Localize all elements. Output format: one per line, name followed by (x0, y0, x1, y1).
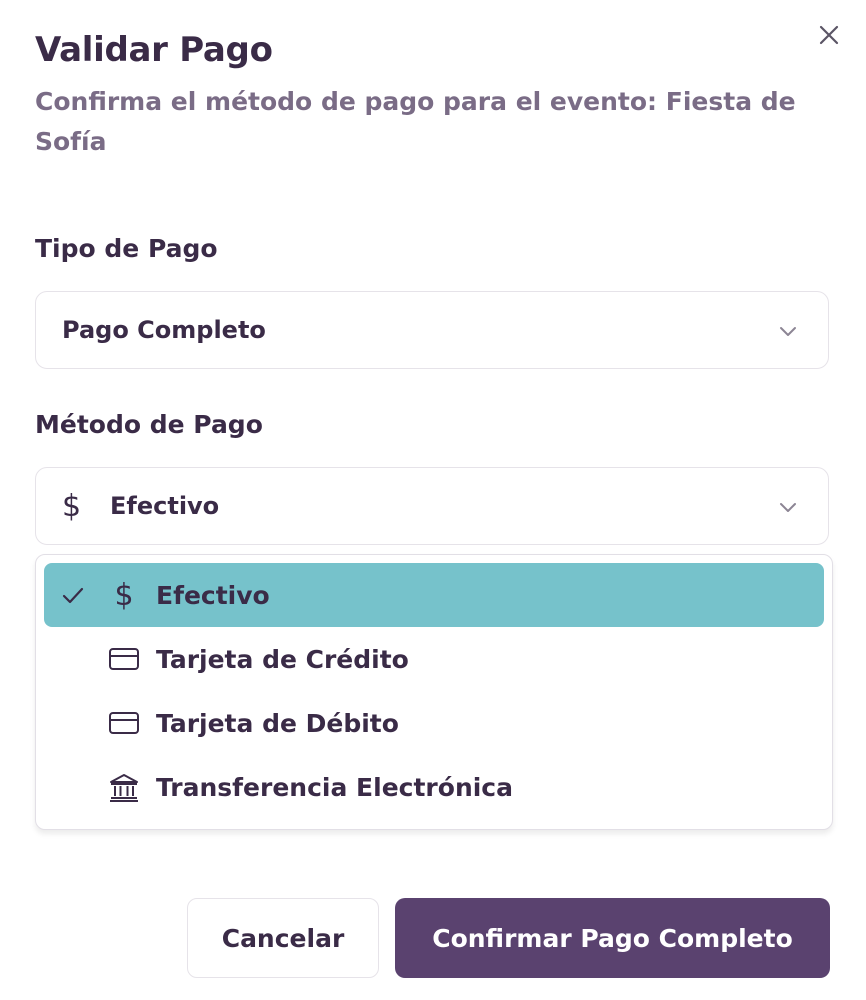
dialog-subtitle: Confirma el método de pago para el event… (35, 87, 796, 156)
payment-method-select[interactable]: $ Efectivo (35, 467, 829, 545)
credit-card-icon (108, 707, 140, 739)
option-label: Transferencia Electrónica (156, 772, 513, 802)
payment-type-select[interactable]: Pago Completo (35, 291, 829, 369)
dollar-icon: $ (114, 577, 134, 613)
dialog-title: Validar Pago (35, 30, 273, 70)
confirm-payment-button[interactable]: Confirmar Pago Completo (395, 898, 830, 978)
payment-type-value: Pago Completo (62, 316, 266, 344)
check-icon (62, 587, 84, 604)
payment-method-label: Método de Pago (35, 410, 263, 439)
payment-type-label: Tipo de Pago (35, 234, 218, 263)
chevron-down-icon (780, 327, 796, 336)
close-icon (819, 25, 839, 45)
payment-method-dropdown: $ Efectivo Tarjeta de Crédito Tarjeta de… (35, 554, 833, 830)
chevron-down-icon (780, 503, 796, 512)
close-button[interactable] (812, 18, 846, 52)
option-tarjeta-credito[interactable]: Tarjeta de Crédito (44, 627, 824, 691)
payment-method-value: Efectivo (110, 492, 220, 520)
validate-payment-dialog: Validar Pago Confirma el método de pago … (0, 0, 866, 1000)
option-efectivo[interactable]: $ Efectivo (44, 563, 824, 627)
option-transferencia[interactable]: Transferencia Electrónica (44, 755, 824, 819)
credit-card-icon (108, 643, 140, 675)
bank-icon (108, 771, 140, 803)
option-label: Tarjeta de Débito (156, 708, 399, 738)
option-tarjeta-debito[interactable]: Tarjeta de Débito (44, 691, 824, 755)
dollar-icon: $ (62, 488, 82, 524)
cancel-button[interactable]: Cancelar (187, 898, 379, 978)
option-label: Tarjeta de Crédito (156, 644, 409, 674)
option-label: Efectivo (156, 580, 270, 610)
